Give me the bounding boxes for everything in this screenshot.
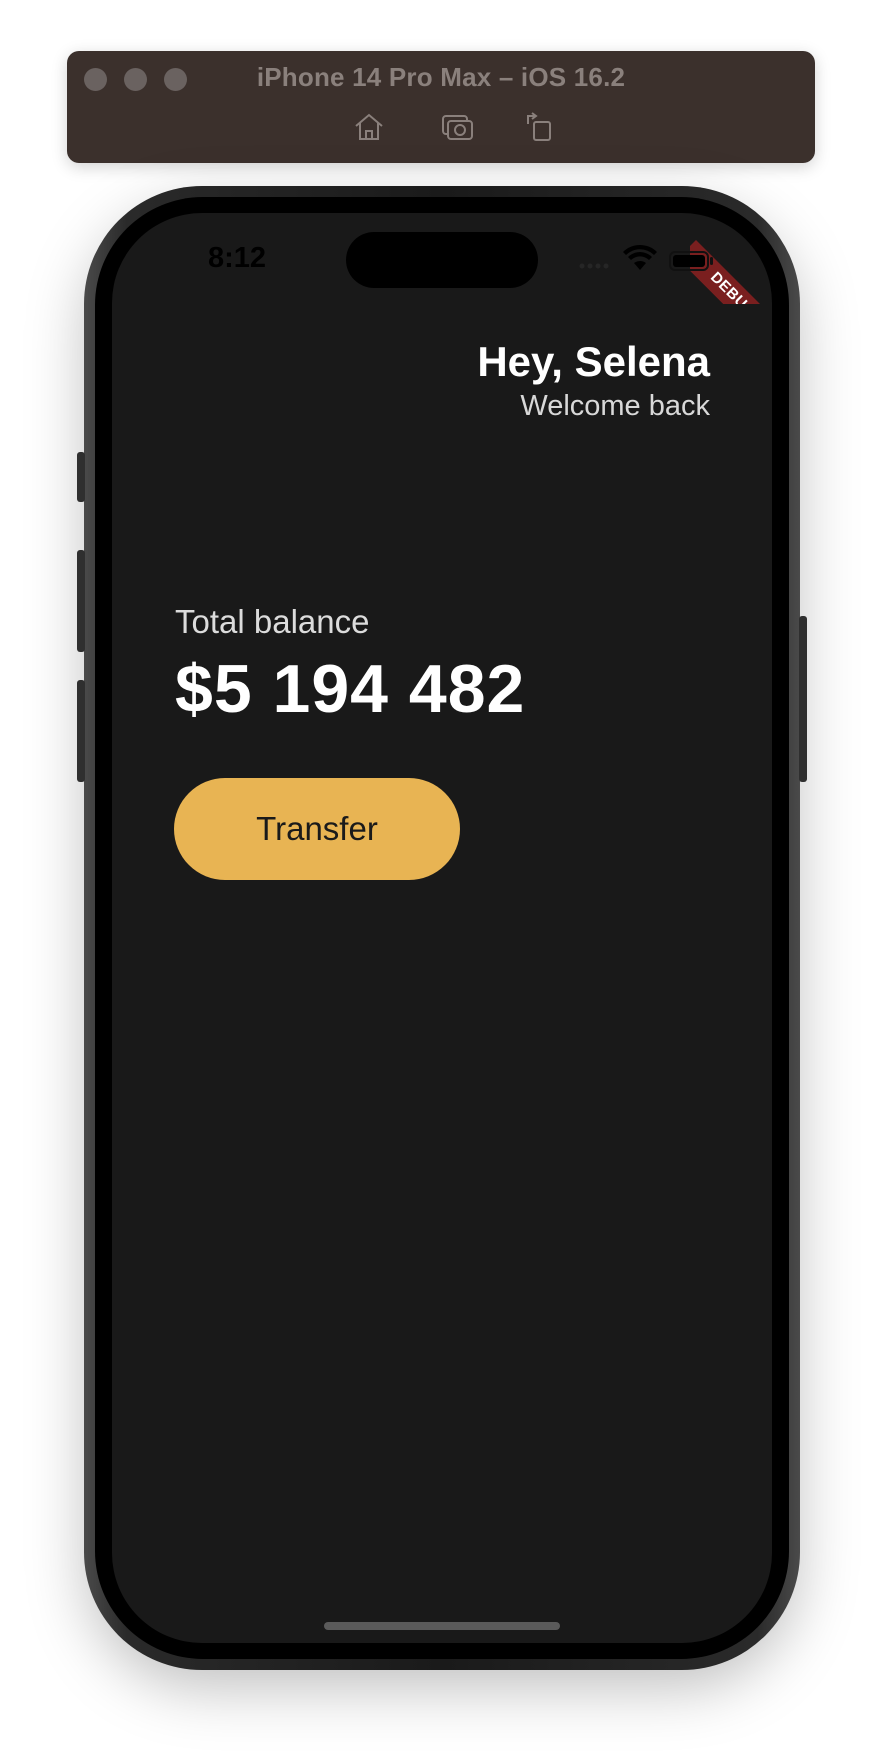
simulator-title: iPhone 14 Pro Max – iOS 16.2 — [256, 62, 626, 92]
home-indicator[interactable] — [324, 1622, 560, 1630]
greeting-subtitle: Welcome back — [520, 390, 710, 422]
cellular-signal-icon — [579, 263, 609, 269]
rotate-icon[interactable] — [522, 110, 556, 144]
screenshot-icon[interactable] — [440, 110, 474, 144]
greeting-block: Hey, Selena Welcome back — [477, 336, 710, 424]
status-indicators — [578, 244, 768, 274]
status-time: 8:12 — [208, 242, 267, 274]
transfer-button[interactable]: Transfer — [174, 778, 460, 880]
action-button[interactable] — [77, 452, 85, 502]
volume-up-button[interactable] — [77, 550, 85, 652]
home-icon[interactable] — [352, 110, 386, 144]
dynamic-island — [346, 232, 538, 288]
volume-down-button[interactable] — [77, 680, 85, 782]
app-screen — [112, 213, 772, 1643]
total-balance-value: $5 194 482 — [175, 651, 526, 727]
battery-icon — [669, 251, 713, 271]
total-balance-label: Total balance — [175, 603, 370, 640]
greeting-title: Hey, Selena — [477, 338, 710, 385]
wifi-icon — [623, 244, 657, 270]
side-power-button[interactable] — [799, 616, 807, 782]
